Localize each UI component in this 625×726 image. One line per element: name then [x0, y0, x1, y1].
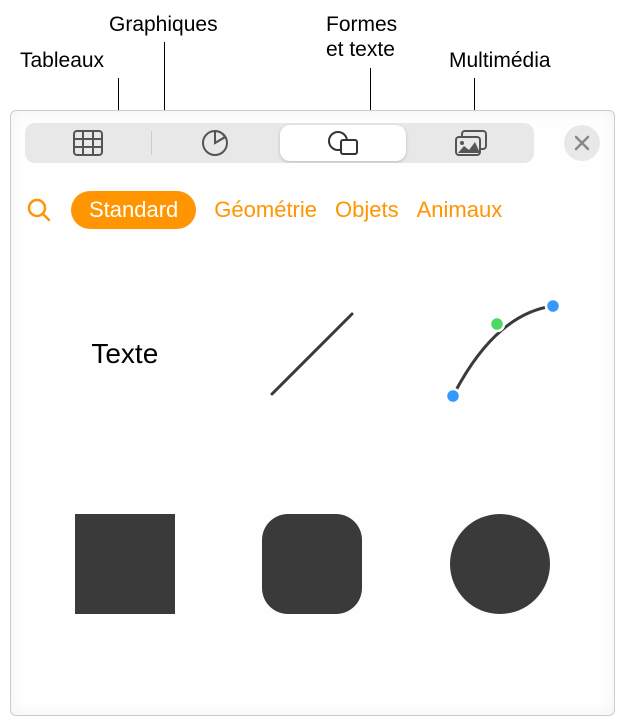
callout-tableaux: Tableaux [20, 48, 104, 73]
insert-panel: Standard Géométrie Objets Animaux Texte [10, 110, 615, 716]
line-icon [257, 299, 367, 409]
pie-chart-icon [201, 129, 229, 157]
curve-icon [435, 294, 565, 414]
shape-line[interactable] [242, 299, 382, 409]
table-icon [73, 130, 103, 156]
close-button[interactable] [564, 125, 600, 161]
media-button[interactable] [408, 123, 534, 163]
circle-icon [450, 514, 550, 614]
callout-line [164, 42, 165, 118]
close-icon [574, 135, 590, 151]
callout-graphiques: Graphiques [109, 12, 218, 37]
tab-objets[interactable]: Objets [335, 197, 399, 223]
tables-button[interactable] [25, 123, 151, 163]
category-bar: Standard Géométrie Objets Animaux [11, 173, 614, 239]
callout-formes: Formes et texte [326, 12, 397, 62]
callout-multimedia: Multimédia [449, 48, 551, 73]
text-shape-label: Texte [91, 338, 158, 370]
shapes-button[interactable] [280, 125, 406, 161]
shape-curve[interactable] [430, 299, 570, 409]
shape-circle[interactable] [430, 509, 570, 619]
tab-geometrie[interactable]: Géométrie [214, 197, 317, 223]
charts-button[interactable] [152, 123, 278, 163]
shape-square[interactable] [55, 509, 195, 619]
shapes-icon [327, 130, 359, 156]
tab-standard[interactable]: Standard [71, 191, 196, 229]
media-icon [455, 130, 487, 156]
toolbar [11, 111, 614, 173]
shape-rounded-square[interactable] [242, 509, 382, 619]
toolbar-segmented [25, 123, 534, 163]
rounded-square-icon [262, 514, 362, 614]
square-icon [75, 514, 175, 614]
tab-animaux[interactable]: Animaux [417, 197, 503, 223]
callouts-layer: Tableaux Graphiques Formes et texte Mult… [0, 0, 625, 110]
shape-text[interactable]: Texte [55, 299, 195, 409]
shapes-grid: Texte [11, 239, 614, 649]
search-button[interactable] [25, 196, 53, 224]
search-icon [26, 197, 52, 223]
